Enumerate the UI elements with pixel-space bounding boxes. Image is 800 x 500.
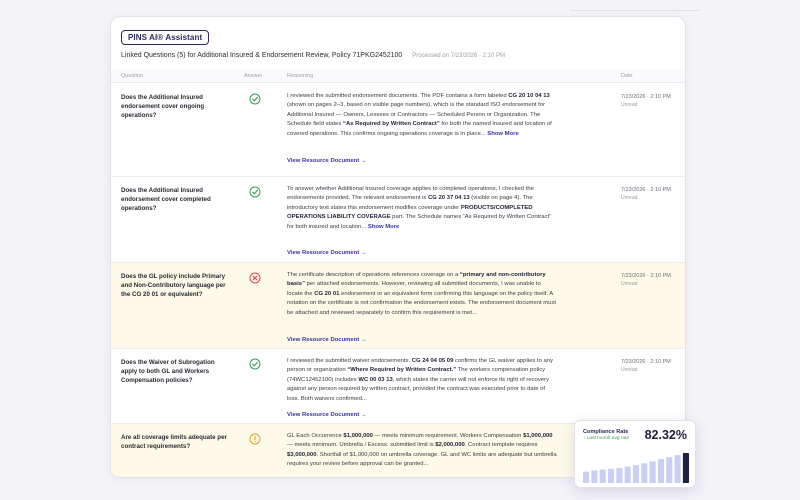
table-row: Does the Additional Insured endorsement …	[111, 84, 685, 177]
table-row: Does the Additional Insured endorsement …	[111, 177, 685, 263]
compliance-bar	[666, 457, 673, 483]
row-date-value: 7/23/2026 · 2:10 PM	[621, 273, 671, 279]
compliance-subtitle: ↑ Last month avg rate	[583, 436, 630, 441]
column-question: Question	[121, 73, 144, 79]
row-status: Unread	[621, 281, 638, 287]
compliance-bar	[624, 466, 631, 483]
show-more-link[interactable]: Show More	[487, 131, 518, 137]
card-subtitle: Linked Questions (5) for Additional Insu…	[121, 52, 675, 59]
reasoning-body: The certificate description of operation…	[287, 272, 557, 316]
row-date: 7/23/2026 · 2:10 PM Unread	[621, 358, 671, 374]
row-status: Unread	[621, 102, 638, 108]
linked-questions-card: PINS AI® Assistant Linked Questions (5) …	[110, 16, 686, 478]
column-reasoning: Reasoning	[287, 73, 314, 79]
compliance-bar	[641, 463, 648, 483]
row-date: 7/23/2026 · 2:10 PM Unread	[621, 186, 671, 202]
question-text: Does the Additional Insured endorsement …	[121, 187, 211, 213]
card-header: PINS AI® Assistant Linked Questions (5) …	[111, 17, 685, 65]
check-circle-icon	[249, 93, 261, 105]
row-status: Unread	[621, 195, 638, 201]
assistant-title-badge: PINS AI® Assistant	[121, 30, 210, 45]
compliance-rate-widget: Compliance Rate ↑ Last month avg rate 82…	[574, 420, 696, 488]
compliance-bar-chart	[583, 453, 689, 483]
row-date: 7/23/2026 · 2:10 PM Unread	[621, 93, 671, 109]
row-date-value: 7/23/2026 · 2:10 PM	[621, 94, 671, 100]
column-date: Date	[621, 73, 633, 79]
row-date-value: 7/23/2026 · 2:10 PM	[621, 359, 671, 365]
view-resource-link[interactable]: View Resource Document →	[287, 412, 367, 418]
table-row: Does the GL policy include Primary and N…	[111, 263, 685, 349]
compliance-bar	[649, 461, 656, 483]
compliance-bar	[616, 468, 623, 483]
compliance-bar	[591, 470, 598, 483]
row-date-value: 7/23/2026 · 2:10 PM	[621, 187, 671, 193]
view-resource-link[interactable]: View Resource Document →	[287, 158, 367, 164]
compliance-bar	[583, 471, 590, 483]
compliance-bar	[607, 468, 615, 483]
question-text: Are all coverage limits adequate per con…	[121, 434, 227, 451]
compliance-bar	[632, 465, 640, 483]
compliance-value: 82.32%	[644, 428, 687, 442]
check-circle-icon	[249, 186, 261, 198]
processed-timestamp: Processed on 7/23/2026 · 2:10 PM	[412, 53, 506, 59]
compliance-bar	[599, 469, 606, 483]
reasoning-text: GL Each Occurrence $1,000,000 — meets mi…	[287, 432, 557, 470]
view-resource-link[interactable]: View Resource Document →	[287, 250, 367, 256]
compliance-bar	[657, 459, 665, 483]
warning-circle-icon	[249, 433, 261, 445]
table-row: Does the Waiver of Subrogation apply to …	[111, 349, 685, 424]
view-resource-link[interactable]: View Resource Document →	[287, 337, 367, 343]
table-header: Question Answer Reasoning Date	[111, 69, 685, 83]
row-date: 7/23/2026 · 2:10 PM Unread	[621, 272, 671, 288]
column-answer: Answer	[244, 73, 263, 79]
compliance-title: Compliance Rate	[583, 429, 629, 435]
reasoning-body: I reviewed the submitted waiver endorsem…	[287, 358, 553, 402]
reasoning-body: To answer whether Additional Insured cov…	[287, 186, 552, 230]
question-text: Does the Waiver of Subrogation apply to …	[121, 359, 215, 385]
reasoning-text: The certificate description of operation…	[287, 271, 557, 318]
compliance-bar	[682, 453, 689, 483]
question-text: Does the GL policy include Primary and N…	[121, 273, 226, 299]
question-text: Does the Additional Insured endorsement …	[121, 94, 205, 120]
row-status: Unread	[621, 367, 638, 373]
show-more-link[interactable]: Show More	[368, 224, 399, 230]
reasoning-text: To answer whether Additional Insured cov…	[287, 185, 557, 232]
reasoning-text: I reviewed the submitted waiver endorsem…	[287, 357, 557, 404]
check-circle-icon	[249, 358, 261, 370]
compliance-bar	[674, 455, 681, 483]
top-divider	[570, 10, 700, 11]
reasoning-text: I reviewed the submitted endorsement doc…	[287, 92, 557, 139]
linked-questions-title: Linked Questions (5) for Additional Insu…	[121, 52, 403, 59]
reasoning-body: GL Each Occurrence $1,000,000 — meets mi…	[287, 433, 557, 468]
x-circle-icon	[249, 272, 261, 284]
